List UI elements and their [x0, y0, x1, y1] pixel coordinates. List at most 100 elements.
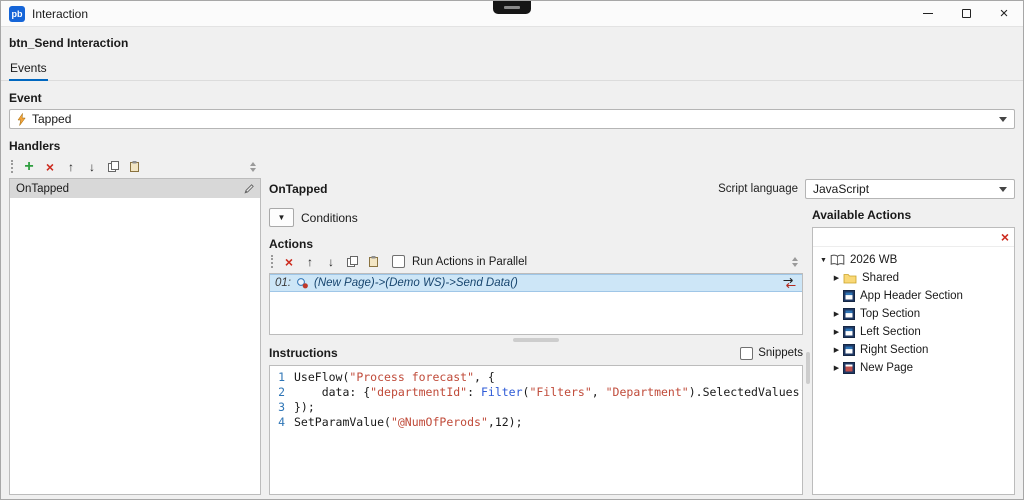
- move-down-button[interactable]: ↓: [83, 158, 101, 176]
- code-line: 4SetParamValue("@NumOfPerods",12);: [270, 415, 802, 430]
- conditions-expand-button[interactable]: ▼: [269, 208, 294, 227]
- tree-item-top-section[interactable]: ▶ Top Section: [813, 305, 1014, 323]
- expand-arrow-icon[interactable]: ▶: [830, 310, 843, 318]
- code-line: 2 data: {"departmentId": Filter("Filters…: [270, 385, 802, 400]
- add-button[interactable]: +: [20, 158, 38, 176]
- snap-indicator: [493, 1, 531, 14]
- event-dropdown[interactable]: Tapped: [9, 109, 1015, 129]
- line-number: 2: [270, 385, 294, 400]
- copy-button[interactable]: [343, 253, 361, 271]
- actions-toolbar: ×↑↓ Run Actions in Parallel: [269, 251, 803, 272]
- collapse-arrow-icon[interactable]: ▼: [817, 257, 830, 264]
- expand-arrow-icon[interactable]: ▶: [830, 346, 843, 354]
- handlers-label: Handlers: [9, 139, 1015, 153]
- toolbar-overflow-icon[interactable]: [792, 257, 801, 267]
- script-language-value: JavaScript: [813, 182, 869, 196]
- close-button[interactable]: ×: [985, 1, 1023, 26]
- move-down-button[interactable]: ↓: [322, 253, 340, 271]
- handler-editor-region: OnTapped Script language JavaScript ▼ Co…: [269, 156, 1015, 495]
- tree-item-shared[interactable]: ▶Shared: [813, 269, 1014, 287]
- page-icon: [843, 362, 855, 374]
- paste-button[interactable]: [364, 253, 382, 271]
- main-columns: +×↑↓ OnTapped OnTapped Script language J…: [9, 156, 1015, 495]
- move-up-button[interactable]: ↑: [62, 158, 80, 176]
- vertical-splitter[interactable]: [803, 202, 812, 495]
- snippets-label: Snippets: [758, 347, 803, 359]
- tree-item-label: Top Section: [860, 308, 920, 320]
- dialog-content: btn_Send Interaction Events Event Tapped…: [1, 27, 1023, 499]
- chevron-down-icon: [999, 187, 1007, 192]
- toolbar-overflow-icon[interactable]: [250, 162, 259, 172]
- copy-button[interactable]: [104, 158, 122, 176]
- tab-events[interactable]: Events: [9, 61, 48, 81]
- toolbar-grip[interactable]: [271, 255, 275, 268]
- window-controls: ×: [909, 1, 1023, 26]
- close-icon: ×: [1000, 6, 1009, 21]
- maximize-icon: [962, 9, 971, 18]
- tree-item-new-page[interactable]: ▶ New Page: [813, 359, 1014, 377]
- actions-label: Actions: [269, 237, 803, 251]
- script-language-dropdown[interactable]: JavaScript: [805, 179, 1015, 199]
- line-number: 3: [270, 400, 294, 415]
- code-line-text: data: {"departmentId": Filter("Filters",…: [294, 385, 803, 400]
- tree-item-right-section[interactable]: ▶Right Section: [813, 341, 1014, 359]
- snippets-checkbox[interactable]: [740, 347, 753, 360]
- clear-filter-button[interactable]: ×: [1001, 230, 1009, 244]
- interaction-window: pb Interaction × btn_Send Interaction Ev…: [0, 0, 1024, 500]
- window-title: Interaction: [32, 7, 88, 21]
- expand-arrow-icon[interactable]: ▶: [830, 328, 843, 336]
- delete-button[interactable]: ×: [41, 158, 59, 176]
- expand-arrow-icon[interactable]: ▶: [830, 274, 843, 282]
- swap-arrows-icon[interactable]: [782, 277, 797, 289]
- book-icon: [830, 254, 845, 266]
- page-title: btn_Send Interaction: [9, 36, 1015, 50]
- toolbar-grip[interactable]: [11, 160, 15, 173]
- run-parallel-checkbox[interactable]: [392, 255, 405, 268]
- handler-item[interactable]: OnTapped: [10, 179, 260, 198]
- tree-item-left-section[interactable]: ▶Left Section: [813, 323, 1014, 341]
- titlebar: pb Interaction ×: [1, 1, 1023, 27]
- paste-button[interactable]: [125, 158, 143, 176]
- editor-lower-row: ▼ Conditions Actions ×↑↓ Run Actions in …: [269, 202, 1015, 495]
- section-icon: [843, 326, 855, 338]
- actions-toolbar-buttons: ×↑↓: [280, 253, 382, 271]
- horizontal-splitter[interactable]: [269, 335, 803, 344]
- app-icon: pb: [9, 6, 25, 22]
- line-number: 1: [270, 370, 294, 385]
- section-icon: [843, 308, 855, 320]
- tree-item-label: New Page: [860, 362, 913, 374]
- tree-item-app-header-section[interactable]: App Header Section: [813, 287, 1014, 305]
- conditions-row: ▼ Conditions: [269, 208, 803, 227]
- tree-item-label: App Header Section: [860, 290, 963, 302]
- maximize-button[interactable]: [947, 1, 985, 26]
- action-item[interactable]: 01:(New Page)->(Demo WS)->Send Data(): [270, 274, 802, 292]
- available-actions-label: Available Actions: [812, 208, 1015, 222]
- editor-panel: ▼ Conditions Actions ×↑↓ Run Actions in …: [269, 202, 803, 495]
- tree-item-2026-wb[interactable]: ▼ 2026 WB: [813, 251, 1014, 269]
- instructions-label: Instructions: [269, 346, 338, 360]
- available-actions-toolbar: ×: [813, 228, 1014, 247]
- code-line: 3});: [270, 400, 802, 415]
- chevron-down-icon: ▼: [278, 213, 286, 222]
- code-line-text: });: [294, 400, 315, 415]
- handlers-toolbar-buttons: +×↑↓: [20, 158, 143, 176]
- move-up-button[interactable]: ↑: [301, 253, 319, 271]
- delete-button[interactable]: ×: [280, 253, 298, 271]
- handler-item-label: OnTapped: [16, 183, 69, 195]
- tree-item-label: 2026 WB: [850, 254, 897, 266]
- available-actions-box: × ▼ 2026 WB ▶Shared App Header Section ▶ Top …: [812, 227, 1015, 495]
- minimize-icon: [923, 13, 933, 14]
- conditions-label: Conditions: [301, 211, 358, 225]
- line-number: 4: [270, 415, 294, 430]
- edit-pencil-icon[interactable]: [244, 183, 255, 194]
- available-actions-tree: ▼ 2026 WB ▶Shared App Header Section ▶ Top Se…: [813, 247, 1014, 377]
- section-icon: [843, 290, 855, 302]
- expand-arrow-icon[interactable]: ▶: [830, 364, 843, 372]
- code-line-text: SetParamValue("@NumOfPerods",12);: [294, 415, 523, 430]
- minimize-button[interactable]: [909, 1, 947, 26]
- splitter-handle: [513, 338, 559, 342]
- handlers-panel: +×↑↓ OnTapped: [9, 156, 261, 495]
- action-text: (New Page)->(Demo WS)->Send Data(): [314, 277, 518, 289]
- editor-header: OnTapped Script language JavaScript: [269, 178, 1015, 200]
- code-editor[interactable]: 1UseFlow("Process forecast", {2 data: {"…: [269, 365, 803, 495]
